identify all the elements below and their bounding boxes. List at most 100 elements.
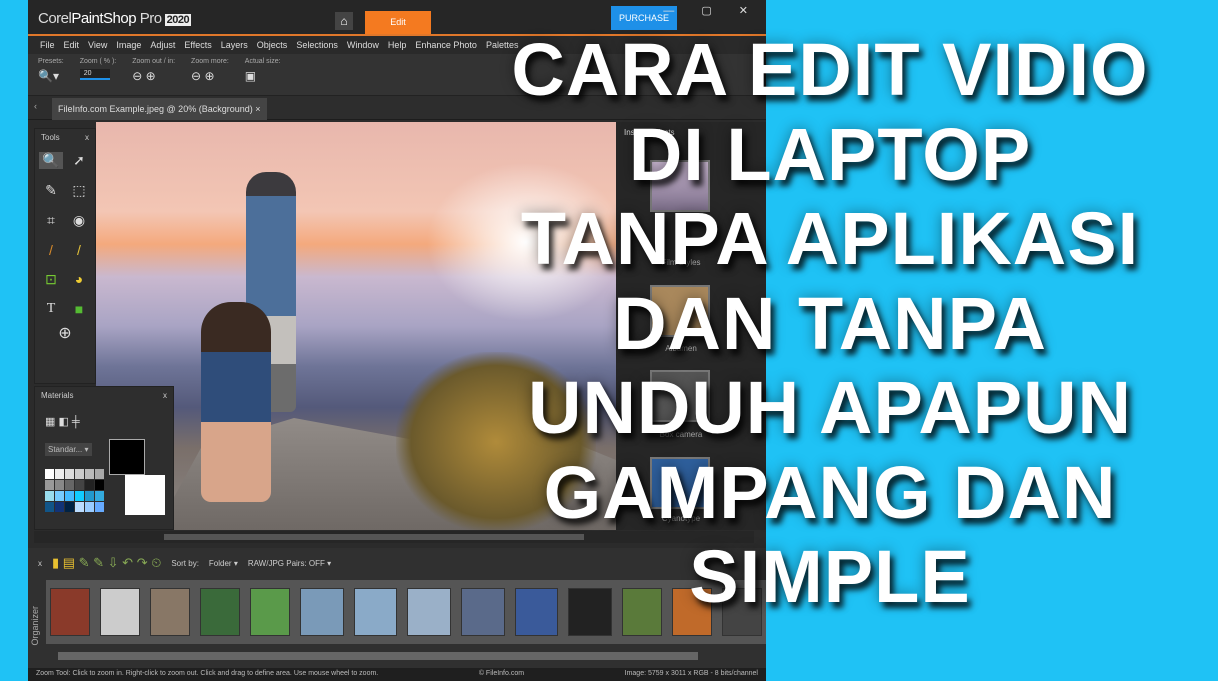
close-icon[interactable]: × [255,104,260,114]
swatch[interactable] [95,480,104,490]
paint-brush-icon[interactable]: / [39,242,63,258]
organizer-scrollbar[interactable] [58,652,698,660]
organizer-tool-icons[interactable]: ▮ ▤ ✎ ✎ ⇩ ↶ ↷ ⏲ [52,555,161,571]
headline-line: UNDUH APAPUN [528,366,1132,449]
tabs-left-icon[interactable]: ‹ [34,101,37,111]
materials-title: Materials [41,391,74,400]
menu-item[interactable]: File [40,40,55,50]
swatch[interactable] [85,491,94,501]
swatch[interactable] [95,502,104,512]
zoom-more-out-icon[interactable]: ⊖ [191,69,201,83]
menu-item[interactable]: Selections [296,40,338,50]
close-icon[interactable]: x [38,559,42,568]
organizer-thumbnail[interactable] [300,588,344,636]
swatch[interactable] [75,480,84,490]
pick-tool-icon[interactable]: ➚ [67,152,91,169]
swatch[interactable] [85,480,94,490]
swatch[interactable] [95,491,104,501]
raw-jpg-pairs-select[interactable]: RAW/JPG Pairs: OFF ▾ [248,559,331,568]
swatch[interactable] [55,480,64,490]
selection-icon[interactable]: ⬚ [67,182,91,199]
document-tab[interactable]: FileInfo.com Example.jpeg @ 20% (Backgro… [52,98,267,120]
menu-item[interactable]: View [88,40,107,50]
text-tool-icon[interactable]: T [39,301,63,317]
sort-by-select[interactable]: Folder ▾ [209,559,238,568]
status-hint: Zoom Tool: Click to zoom in. Right-click… [36,670,379,677]
shape-tool-icon[interactable]: ■ [67,301,91,317]
swatch[interactable] [85,469,94,479]
close-icon[interactable]: x [85,133,89,142]
headline-line: CARA EDIT VIDIO [511,28,1149,111]
menu-item[interactable]: Image [116,40,141,50]
background-color[interactable] [125,475,165,515]
app-logo: CorelPaintShop Pro 2020 [38,10,192,27]
status-bar: Zoom Tool: Click to zoom in. Right-click… [28,668,766,681]
swatch-style-select[interactable]: Standar... ▾ [45,443,92,456]
color-swatches[interactable] [45,469,104,512]
zoom-input[interactable]: 20 [79,69,110,80]
headline-line: GAMPANG DAN [543,450,1117,534]
zoom-out-in-label: Zoom out / in: [132,58,176,65]
zoom-in-icon[interactable]: ⊕ [146,69,156,83]
menu-item[interactable]: Edit [64,40,80,50]
swatch[interactable] [45,502,54,512]
zoom-out-icon[interactable]: ⊖ [132,69,142,83]
swatch[interactable] [55,469,64,479]
clone-brush-icon[interactable]: / [67,242,91,258]
swatch[interactable] [85,502,94,512]
swatch[interactable] [75,469,84,479]
menu-item[interactable]: Objects [257,40,288,50]
swatch[interactable] [55,502,64,512]
crop-icon[interactable]: ⌗ [39,212,63,229]
close-icon[interactable]: x [163,391,167,400]
zoom-preset-icon[interactable]: 🔍▾ [38,69,64,83]
zoom-tool-icon[interactable]: 🔍 [39,152,63,169]
swatch[interactable] [75,502,84,512]
straighten-icon[interactable]: ⊡ [39,271,63,288]
swatch-mode-icons[interactable]: ▦ ◧ ╪ [45,415,80,428]
swatch[interactable] [65,480,74,490]
image-info: Image: 5759 x 3011 x RGB - 8 bits/channe… [624,670,758,677]
headline-line: SIMPLE [689,535,971,618]
tools-title: Tools [41,133,60,142]
watermark: © FileInfo.com [478,670,525,677]
organizer-thumbnail[interactable] [150,588,191,636]
woman-figure [201,302,271,502]
red-eye-icon[interactable]: ◉ [67,212,91,229]
swatch[interactable] [45,491,54,501]
presets-label: Presets: [38,58,64,65]
organizer-label: Organizer [30,606,40,646]
actual-size-label: Actual size: [244,58,281,65]
add-tool-icon[interactable]: ⊕ [35,323,95,343]
fill-icon[interactable]: ◕ [67,271,91,288]
organizer-thumbnail[interactable] [353,588,398,636]
swatch[interactable] [55,491,64,501]
foreground-color[interactable] [109,439,145,475]
tab-edit[interactable]: Edit [365,11,431,34]
window-controls[interactable]: — ▢ ✕ [663,4,760,17]
swatch[interactable] [65,491,74,501]
swatch[interactable] [75,491,84,501]
menu-item[interactable]: Window [347,40,379,50]
organizer-thumbnail[interactable] [50,588,91,636]
swatch[interactable] [45,469,54,479]
home-icon[interactable]: ⌂ [335,12,353,30]
swatch[interactable] [65,469,74,479]
swatch[interactable] [95,469,104,479]
menu-item[interactable]: Help [388,40,407,50]
organizer-thumbnail[interactable] [100,588,141,636]
swatch[interactable] [65,502,74,512]
menu-item[interactable]: Adjust [150,40,175,50]
organizer-thumbnail[interactable] [200,588,241,636]
actual-size-icon[interactable]: ▣ [245,69,281,83]
organizer-thumbnail[interactable] [250,588,291,636]
headline: CARA EDIT VIDIO DI LAPTOP TANPA APLIKASI… [430,28,1218,620]
dropper-icon[interactable]: ✎ [39,182,63,199]
menu-item[interactable]: Layers [221,40,248,50]
menu-item[interactable]: Effects [184,40,211,50]
swatch[interactable] [45,480,54,490]
tools-panel: Tools x 🔍 ➚ ✎ ⬚ ⌗ ◉ / / ⊡ ◕ T ■ ⊕ [34,128,96,384]
headline-line: DI LAPTOP [628,112,1032,196]
headline-line: TANPA APLIKASI [520,197,1140,280]
zoom-more-in-icon[interactable]: ⊕ [204,69,214,83]
